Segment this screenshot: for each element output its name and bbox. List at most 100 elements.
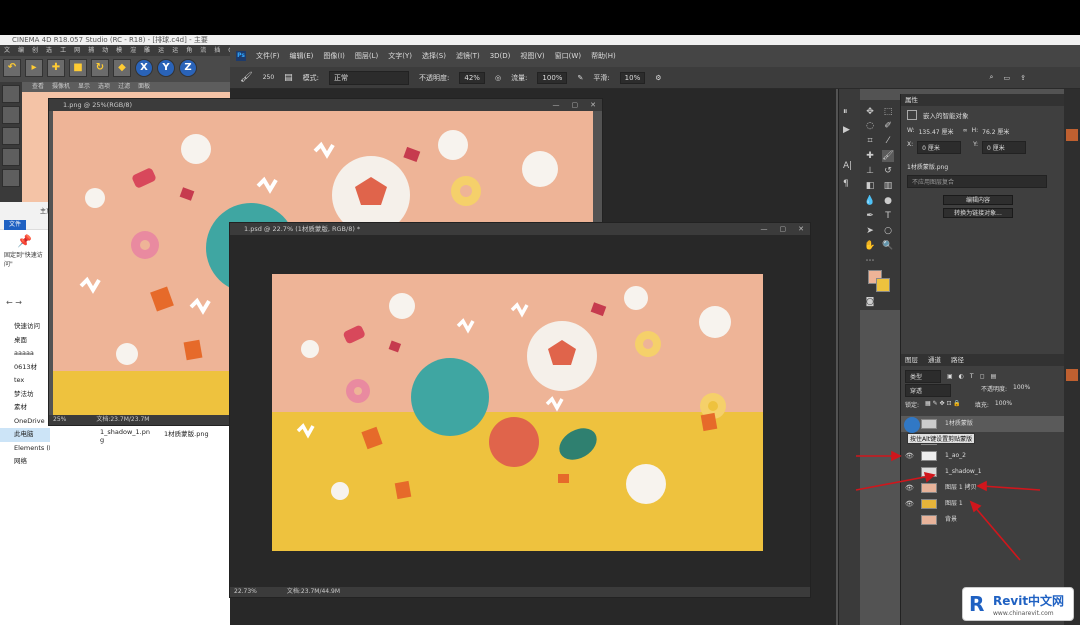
explorer-nav-item[interactable]: OneDrive [0, 415, 50, 429]
quick-select-icon[interactable]: ✐ [882, 120, 894, 132]
explorer-nav-item[interactable]: 桌面 [0, 334, 50, 348]
texture-mode-icon[interactable] [2, 127, 20, 145]
filter-pixel-icon[interactable]: ▣ [947, 373, 953, 380]
c4d-menu-item[interactable]: 流水线 [200, 45, 206, 76]
viewport-menu-item[interactable]: 摄像机 [52, 82, 70, 92]
airbrush-icon[interactable]: ✎ [577, 74, 583, 82]
layer-opacity-input[interactable]: 100% [1013, 384, 1030, 397]
brush-panel-icon[interactable]: ▤ [284, 73, 293, 83]
ps-menu-item[interactable]: 选择(S) [422, 51, 446, 61]
explorer-nav-item[interactable]: 快速访问 [0, 320, 50, 334]
undo-icon[interactable]: ↶ [3, 59, 21, 77]
ps-menu-item[interactable]: 窗口(W) [555, 51, 581, 61]
explorer-nav-item[interactable]: 网络 [0, 455, 50, 469]
c4d-menu-item[interactable]: 渲染 [130, 45, 136, 65]
tab-properties[interactable]: 属性 [905, 94, 918, 106]
ps-menu-item[interactable]: 文件(F) [256, 51, 280, 61]
h-value[interactable]: 76.2 厘米 [982, 127, 1009, 136]
viewport-menu-item[interactable]: 选项 [98, 82, 110, 92]
mode-select[interactable]: 正常 [329, 70, 410, 85]
c4d-menu-item[interactable]: 运动跟踪 [158, 45, 164, 87]
pin-quick-access-button[interactable]: 📌 固定到"快速访问" [4, 232, 44, 272]
c4d-menu-item[interactable]: 模拟 [116, 45, 122, 65]
opacity-input[interactable]: 42% [459, 71, 485, 84]
explorer-nav-item[interactable]: tex [0, 374, 50, 388]
panel-collapse-icon[interactable] [1066, 369, 1078, 381]
c4d-menu-item[interactable]: 角色 [186, 45, 192, 65]
z-axis-icon[interactable]: Z [179, 59, 197, 77]
c4d-menu-item[interactable]: 运动图形 [172, 45, 178, 87]
fill-input[interactable]: 100% [995, 400, 1012, 409]
share-icon[interactable]: ⇪ [1020, 74, 1026, 82]
move-tool-icon[interactable]: ✥ [864, 106, 876, 118]
c4d-menu-item[interactable]: 文件 [4, 45, 10, 65]
x-axis-icon[interactable]: X [135, 59, 153, 77]
brush-tool-icon[interactable]: 🖌 [240, 72, 253, 83]
explorer-nav-item[interactable]: Elements (K:) [0, 442, 50, 456]
c4d-menu-item[interactable]: 选择 [46, 45, 52, 65]
explorer-nav-item[interactable]: 梦法坊 [0, 388, 50, 402]
flow-input[interactable]: 100% [537, 71, 568, 84]
blend-mode-select[interactable]: 穿透 [905, 384, 951, 397]
filter-shape-icon[interactable]: ◻ [980, 373, 985, 380]
ps-menu-item[interactable]: 编辑(E) [290, 51, 314, 61]
ps-menu-item[interactable]: 图像(I) [323, 51, 345, 61]
quick-mask-icon[interactable]: ◙ [864, 296, 876, 308]
crop-tool-icon[interactable]: ⌗ [864, 135, 876, 147]
filter-smart-icon[interactable]: ▤ [991, 373, 997, 380]
maximize-icon[interactable]: ▢ [780, 223, 787, 235]
scale-icon[interactable]: ■ [69, 59, 87, 77]
rotate-icon[interactable]: ↻ [91, 59, 109, 77]
pressure-opacity-icon[interactable]: ◎ [495, 74, 501, 82]
lasso-tool-icon[interactable]: ◌ [864, 120, 876, 132]
w-value[interactable]: 135.47 厘米 [919, 127, 959, 136]
c4d-menu-item[interactable]: 工具 [60, 45, 66, 65]
c4d-menu-item[interactable]: 插件 [214, 45, 220, 65]
hand-tool-icon[interactable]: ✋ [864, 240, 876, 252]
zoom-tool-icon[interactable]: 🔍 [882, 240, 894, 252]
viewport-menu-item[interactable]: 显示 [78, 82, 90, 92]
doc2-canvas[interactable] [272, 274, 763, 551]
layers-panel-tab[interactable]: 路径 [951, 354, 964, 366]
doc2-title-bar[interactable]: 1.psd @ 22.7% (1材质蒙版, RGB/8) * — ▢ ✕ [230, 223, 810, 235]
blur-tool-icon[interactable]: 💧 [864, 195, 876, 207]
ps-menu-item[interactable]: 图层(L) [355, 51, 378, 61]
explorer-nav-item[interactable]: 素材 [0, 401, 50, 415]
select-icon[interactable]: ▸ [25, 59, 43, 77]
viewport-menu-item[interactable]: 查看 [32, 82, 44, 92]
ps-menu-item[interactable]: 滤镜(T) [456, 51, 480, 61]
edit-contents-button[interactable]: 编辑内容 [943, 195, 1013, 205]
layer-filter-select[interactable]: 类型 [905, 370, 941, 383]
background-color-swatch[interactable] [876, 278, 890, 292]
x-value[interactable]: 0 厘米 [917, 141, 962, 154]
lock-icons[interactable]: ▦ ✎ ✥ ⊡ 🔒 [925, 400, 961, 409]
ps-menu-item[interactable]: 视图(V) [520, 51, 544, 61]
smooth-input[interactable]: 10% [619, 71, 646, 84]
doc1-zoom[interactable]: 25% [53, 415, 66, 425]
layers-panel-tab[interactable]: 图层 [905, 354, 918, 366]
doc1-title-bar[interactable]: 1.png @ 25%(RGB/8) — ▢ ✕ [49, 99, 602, 111]
filter-adjust-icon[interactable]: ◐ [959, 373, 964, 380]
explorer-nav-item[interactable]: aaaaa [0, 347, 50, 361]
convert-to-linked-button[interactable]: 转换为链接对象... [943, 208, 1013, 218]
layers-panel-tab[interactable]: 通道 [928, 354, 941, 366]
doc2-zoom[interactable]: 22.73% [234, 587, 257, 597]
ps-menu-item[interactable]: 文字(Y) [388, 51, 412, 61]
settings-gear-icon[interactable]: ⚙ [655, 74, 661, 82]
point-mode-icon[interactable] [2, 169, 20, 187]
gradient-tool-icon[interactable]: ▥ [882, 180, 894, 192]
dodge-tool-icon[interactable]: ● [882, 195, 894, 207]
workspace-icon[interactable]: ▭ [1003, 74, 1010, 82]
c4d-menu-item[interactable]: 网格 [74, 45, 80, 65]
y-axis-icon[interactable]: Y [157, 59, 175, 77]
y-value[interactable]: 0 厘米 [982, 141, 1027, 154]
file-item[interactable]: 1材质蒙版.png [164, 428, 209, 458]
minimize-icon[interactable]: — [553, 99, 560, 111]
brush-size[interactable]: 250 [263, 74, 274, 81]
healing-tool-icon[interactable]: ✚ [864, 150, 876, 162]
workplane-icon[interactable] [2, 148, 20, 166]
explorer-file-tab[interactable]: 文件 [4, 220, 26, 230]
maximize-icon[interactable]: ▢ [572, 99, 579, 111]
history-icons[interactable]: ⏸ ▶ A| ¶ [839, 89, 860, 207]
layer-comp-select[interactable]: 不应用图层复合 [907, 175, 1047, 188]
